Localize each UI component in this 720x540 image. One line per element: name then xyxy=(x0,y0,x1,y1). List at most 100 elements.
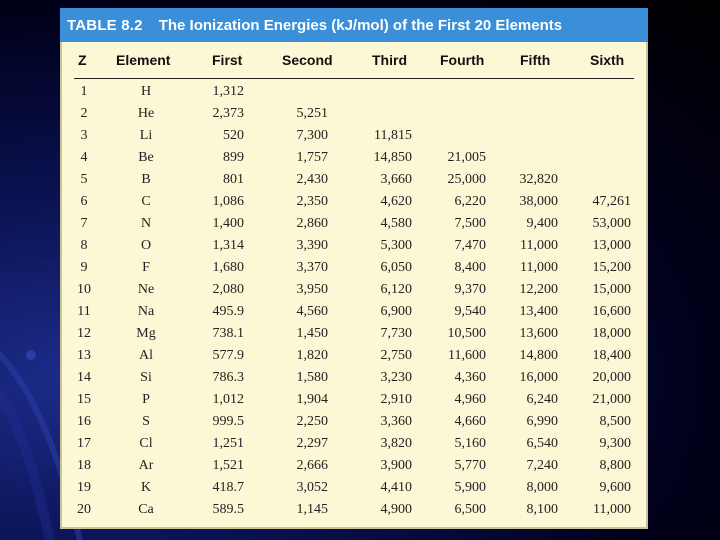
cell-fifth: 6,240 xyxy=(526,392,559,407)
cell-fifth: 11,000 xyxy=(520,260,558,275)
cell-z: 20 xyxy=(77,502,91,517)
cell-first: 1,680 xyxy=(212,260,245,275)
cell-second: 2,860 xyxy=(296,216,329,231)
cell-fourth: 9,370 xyxy=(454,282,487,297)
cell-second: 5,251 xyxy=(296,106,329,121)
cell-third: 4,580 xyxy=(380,216,413,231)
cell-second: 2,297 xyxy=(296,436,329,451)
cell-z: 3 xyxy=(80,128,88,143)
header-fourth: Fourth xyxy=(440,52,485,68)
cell-second: 4,560 xyxy=(296,304,329,319)
cell-third: 6,120 xyxy=(380,282,413,297)
cell-first: 801 xyxy=(223,172,244,187)
cell-element: Ar xyxy=(138,458,154,473)
cell-z: 7 xyxy=(80,216,88,231)
cell-fourth: 10,500 xyxy=(447,326,487,341)
cell-sixth: 15,000 xyxy=(592,282,632,297)
cell-first: 1,012 xyxy=(212,392,245,407)
cell-z: 6 xyxy=(80,194,88,209)
cell-second: 1,820 xyxy=(296,348,329,363)
cell-third: 4,410 xyxy=(380,480,413,495)
cell-fourth: 5,770 xyxy=(454,458,487,473)
cell-second: 2,666 xyxy=(296,458,329,473)
cell-element: Cl xyxy=(139,436,153,451)
cell-third: 4,620 xyxy=(380,194,413,209)
cell-z: 5 xyxy=(80,172,88,187)
cell-element: Al xyxy=(139,348,153,363)
cell-fourth: 8,400 xyxy=(454,260,487,275)
cell-first: 418.7 xyxy=(212,480,245,495)
table-row: 15 P 1,012 1,904 2,910 4,960 6,240 21,000 xyxy=(60,390,648,412)
cell-z: 17 xyxy=(77,436,91,451)
cell-first: 495.9 xyxy=(212,304,245,319)
cell-sixth: 20,000 xyxy=(592,370,632,385)
cell-fourth: 7,500 xyxy=(454,216,487,231)
cell-z: 2 xyxy=(80,106,88,121)
cell-third: 3,230 xyxy=(380,370,413,385)
cell-first: 2,080 xyxy=(212,282,245,297)
cell-element: He xyxy=(137,106,155,121)
table-caption: The Ionization Energies (kJ/mol) of the … xyxy=(158,16,563,34)
cell-fourth: 5,160 xyxy=(454,436,487,451)
cell-sixth: 16,600 xyxy=(592,304,632,319)
header-third: Third xyxy=(372,52,407,68)
table-number: TABLE 8.2 xyxy=(67,16,143,34)
cell-element: Na xyxy=(137,304,155,319)
cell-element: S xyxy=(142,414,150,429)
cell-element: Ca xyxy=(138,502,154,517)
cell-second: 3,390 xyxy=(296,238,329,253)
cell-element: C xyxy=(141,194,151,209)
cell-first: 1,521 xyxy=(212,458,245,473)
cell-element: Be xyxy=(138,150,154,165)
cell-second: 3,052 xyxy=(296,480,329,495)
cell-second: 2,250 xyxy=(296,414,329,429)
table-body: 1 H 1,312 2 He 2,373 5,251 3 Li 520 7,300 11,815 4 Be… xyxy=(60,82,648,522)
cell-sixth: 13,000 xyxy=(592,238,632,253)
cell-third: 2,910 xyxy=(380,392,413,407)
cell-z: 13 xyxy=(77,348,91,363)
table-row: 20 Ca 589.5 1,145 4,900 6,500 8,100 11,000 xyxy=(60,500,648,522)
table-row: 6 C 1,086 2,350 4,620 6,220 38,000 47,261 xyxy=(60,192,648,214)
cell-element: Ne xyxy=(137,282,155,297)
table-row: 19 K 418.7 3,052 4,410 5,900 8,000 9,600 xyxy=(60,478,648,500)
cell-fourth: 4,960 xyxy=(454,392,487,407)
header-z: Z xyxy=(78,52,87,68)
cell-first: 577.9 xyxy=(212,348,245,363)
cell-z: 10 xyxy=(77,282,91,297)
cell-first: 1,314 xyxy=(212,238,245,253)
header-element: Element xyxy=(116,52,171,68)
table-row: 18 Ar 1,521 2,666 3,900 5,770 7,240 8,800 xyxy=(60,456,648,478)
header-sixth: Sixth xyxy=(590,52,625,68)
cell-fourth: 6,220 xyxy=(454,194,487,209)
cell-first: 1,400 xyxy=(212,216,245,231)
cell-fifth: 9,400 xyxy=(526,216,559,231)
cell-first: 899 xyxy=(223,150,244,165)
cell-third: 6,050 xyxy=(380,260,413,275)
cell-second: 3,950 xyxy=(296,282,329,297)
cell-z: 16 xyxy=(77,414,91,429)
cell-first: 738.1 xyxy=(212,326,245,341)
cell-first: 999.5 xyxy=(212,414,245,429)
table-row: 14 Si 786.3 1,580 3,230 4,360 16,000 20,000 xyxy=(60,368,648,390)
cell-fourth: 6,500 xyxy=(454,502,487,517)
cell-sixth: 9,300 xyxy=(599,436,632,451)
cell-sixth: 9,600 xyxy=(599,480,632,495)
cell-second: 3,370 xyxy=(296,260,329,275)
header-fifth: Fifth xyxy=(520,52,551,68)
table-row: 10 Ne 2,080 3,950 6,120 9,370 12,200 15,000 xyxy=(60,280,648,302)
header-first: First xyxy=(212,52,243,68)
cell-first: 2,373 xyxy=(212,106,245,121)
cell-second: 2,430 xyxy=(296,172,329,187)
cell-second: 1,904 xyxy=(296,392,329,407)
cell-fifth: 8,000 xyxy=(526,480,559,495)
cell-sixth: 18,000 xyxy=(592,326,632,341)
table-row: 9 F 1,680 3,370 6,050 8,400 11,000 15,200 xyxy=(60,258,648,280)
cell-second: 1,757 xyxy=(296,150,329,165)
cell-z: 1 xyxy=(80,84,88,99)
cell-z: 14 xyxy=(77,370,91,385)
table-row: 4 Be 899 1,757 14,850 21,005 xyxy=(60,148,648,170)
cell-third: 3,820 xyxy=(380,436,413,451)
cell-third: 3,660 xyxy=(380,172,413,187)
cell-sixth: 18,400 xyxy=(592,348,632,363)
cell-sixth: 21,000 xyxy=(592,392,632,407)
